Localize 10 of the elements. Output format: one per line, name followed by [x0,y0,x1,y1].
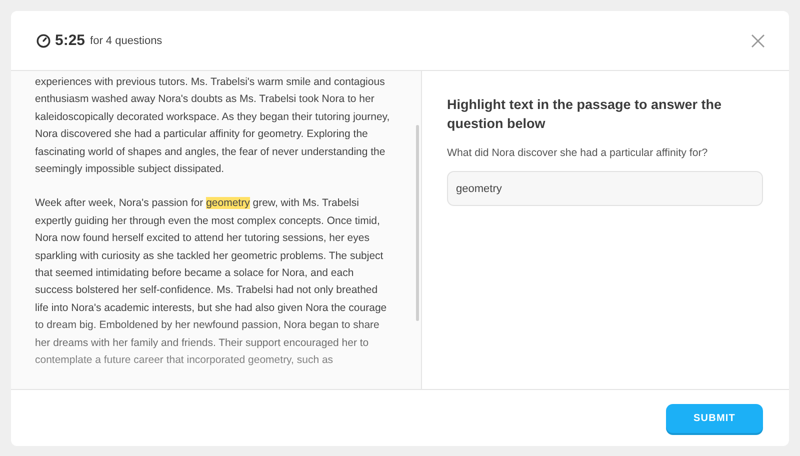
close-button[interactable] [751,34,765,48]
question-prompt: What did Nora discover she had a particular affinity for? [447,147,709,159]
answer-field[interactable]: geometry [447,171,763,206]
question-instruction: Highlight text in the passage to answer the question below [447,96,723,133]
scrollbar[interactable] [416,125,419,321]
timer-text: 5:25 [55,32,86,49]
timer-note: for 4 questions [90,34,162,46]
passage-paragraph: Week after week, Nora's passion for geometry grew, with Ms. Trabelsi expertly guiding her through even the most complex concepts. Once timid, Nora now found herself excited to attend her tutoring sessions, her eyes sparkling with curiosity as she tackled her geometric problems. The subject that seemed intimidating before became a solace for Nora, and each success bolstered her self-confidence. Ms. Trabelsi had not only breathed life into Nora's academic interests, but she had also given Nora the courage to dream big. Emboldened by her newfound passion, Nora began to share her dreams with her family and friends. Their support encouraged her to contemplate a future career that incorporated geometry, such as [35,196,388,368]
passage-paragraph: experiences with previous tutors. Ms. Trabelsi's warm smile and contagious enthusiasm washed away Nora's doubts as Ms. Trabelsi took Nora to her kaleidoscopically decorated workspace. As they began their tutoring journey, Nora discovered she had a particular affinity for geometry. Exploring the fascinating world of shapes and angles, the fear of never understanding the seemingly impossible subject dissipated. [35,75,391,178]
stopwatch-icon [36,33,51,48]
